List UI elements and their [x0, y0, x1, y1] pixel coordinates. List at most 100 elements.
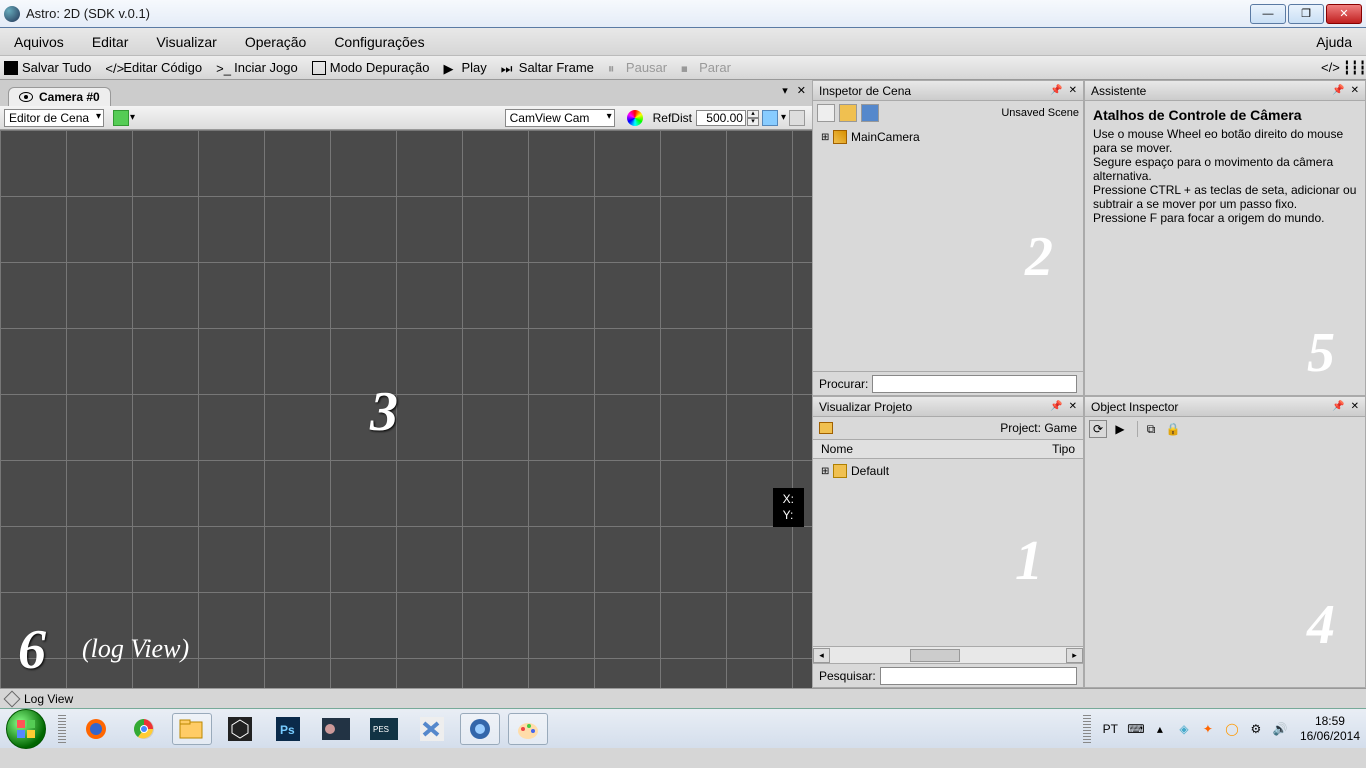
color-picker-icon[interactable] — [627, 110, 643, 126]
panel-title: Object Inspector — [1091, 400, 1178, 414]
start-button[interactable] — [6, 709, 46, 749]
viewport-toolbar: Editor de Cena ▾ CamView Cam RefDist ▴▾ … — [0, 106, 812, 130]
menu-configuracoes[interactable]: Configurações — [334, 34, 424, 50]
play-button[interactable]: ▶Play — [443, 60, 486, 75]
tab-dropdown-icon[interactable]: ▾ — [782, 85, 788, 97]
svg-text:Ps: Ps — [280, 723, 295, 737]
copy-icon[interactable]: ⧉ — [1142, 420, 1160, 438]
close-icon[interactable]: ✕ — [1069, 85, 1077, 96]
menu-ajuda[interactable]: Ajuda — [1316, 34, 1352, 50]
volume-icon[interactable]: 🔊 — [1271, 720, 1289, 738]
panel-title: Inspetor de Cena — [819, 84, 911, 98]
pin-icon[interactable]: 📌 — [1332, 401, 1344, 412]
dropbox-icon[interactable]: ◈ — [1175, 720, 1193, 738]
tray-icon-1[interactable]: ✦ — [1199, 720, 1217, 738]
h-scrollbar[interactable]: ◂ ▸ — [813, 646, 1083, 663]
assistant-text-1: Use o mouse Wheel eo botão direito do mo… — [1093, 127, 1357, 155]
expand-icon[interactable]: ⊞ — [821, 466, 831, 477]
scene-icon[interactable] — [113, 110, 129, 126]
stop-icon: ⏹ — [681, 61, 695, 75]
taskbar-explorer[interactable] — [172, 713, 212, 745]
save-all-button[interactable]: Salvar Tudo — [4, 60, 91, 75]
stop-button[interactable]: ⏹Parar — [681, 60, 731, 75]
taskbar-app-2[interactable]: PES — [364, 713, 404, 745]
pause-icon: ⏸ — [608, 61, 622, 75]
overlay-5: 5 — [1307, 321, 1335, 385]
viewport[interactable]: 3 6 (log View) X: Y: — [0, 130, 812, 688]
project-tree[interactable]: ⊞ Default 1 — [813, 459, 1083, 646]
start-game-button[interactable]: >_Inciar Jogo — [216, 60, 298, 75]
log-view-tab[interactable]: Log View — [0, 688, 1366, 708]
pin-icon[interactable]: 📌 — [1332, 85, 1344, 96]
minimize-button[interactable]: — — [1250, 4, 1286, 24]
pin-icon[interactable]: 📌 — [1050, 401, 1062, 412]
eye-icon — [19, 92, 33, 102]
play-icon[interactable]: ▶ — [1111, 420, 1129, 438]
lock-icon[interactable]: 🔒 — [1164, 420, 1182, 438]
scroll-left-icon[interactable]: ◂ — [813, 648, 830, 663]
close-button[interactable]: ✕ — [1326, 4, 1362, 24]
folder-icon[interactable] — [819, 422, 833, 434]
assistant-text-3: Pressione CTRL + as teclas de seta, adic… — [1093, 183, 1357, 211]
scroll-right-icon[interactable]: ▸ — [1066, 648, 1083, 663]
pause-button[interactable]: ⏸Pausar — [608, 60, 667, 75]
editor-mode-combo[interactable]: Editor de Cena — [4, 109, 104, 127]
col-tipo[interactable]: Tipo — [1052, 442, 1075, 456]
scroll-thumb[interactable] — [910, 649, 960, 662]
overlay-3: 3 — [370, 380, 398, 444]
edit-code-button[interactable]: </>Editar Código — [105, 60, 202, 75]
terminal-icon: >_ — [216, 61, 230, 75]
pin-icon — [4, 690, 21, 707]
scene-search-input[interactable] — [872, 375, 1077, 393]
menu-arquivos[interactable]: Aquivos — [14, 34, 64, 50]
taskbar-astro[interactable] — [460, 713, 500, 745]
code-panel-icon[interactable]: </> — [1321, 60, 1337, 76]
sliders-icon[interactable]: ┇┇┇ — [1343, 60, 1359, 76]
project-search-input[interactable] — [880, 667, 1077, 685]
refresh-icon[interactable]: ⟳ — [1089, 420, 1107, 438]
tray-expand-icon[interactable]: ▴ — [1151, 720, 1169, 738]
close-icon[interactable]: ✕ — [1351, 85, 1359, 96]
log-view-label: Log View — [24, 692, 73, 706]
menu-operacao[interactable]: Operação — [245, 34, 306, 50]
tree-row-maincamera[interactable]: ⊞ MainCamera — [821, 129, 1075, 145]
taskbar-visualstudio[interactable] — [412, 713, 452, 745]
col-nome[interactable]: Nome — [821, 442, 1052, 456]
debug-mode-button[interactable]: Modo Depuração — [312, 60, 430, 75]
expand-icon[interactable]: ⊞ — [821, 132, 831, 143]
taskbar-chrome[interactable] — [124, 713, 164, 745]
tab-close-icon[interactable]: ✕ — [797, 85, 806, 97]
menu-visualizar[interactable]: Visualizar — [156, 34, 216, 50]
keyboard-icon[interactable]: ⌨ — [1127, 720, 1145, 738]
panel-scene-inspector: Inspetor de Cena 📌 ✕ Unsaved Scene ⊞ Mai… — [812, 80, 1084, 396]
tray-icon-3[interactable]: ⚙ — [1247, 720, 1265, 738]
refdist-spinner[interactable]: ▴▾ — [747, 110, 759, 126]
tray-clock[interactable]: 18:59 16/06/2014 — [1300, 714, 1360, 743]
skip-frame-button[interactable]: ⏭Saltar Frame — [501, 60, 594, 75]
taskbar-photoshop[interactable]: Ps — [268, 713, 308, 745]
tab-camera-0[interactable]: Camera #0 — [8, 87, 111, 106]
open-scene-icon[interactable] — [839, 104, 857, 122]
tree-row-default[interactable]: ⊞ Default — [821, 463, 1075, 479]
maximize-button[interactable]: ❐ — [1288, 4, 1324, 24]
taskbar-firefox[interactable] — [76, 713, 116, 745]
taskbar-unity[interactable] — [220, 713, 260, 745]
tray-lang[interactable]: PT — [1103, 722, 1118, 736]
refdist-input[interactable] — [696, 110, 746, 126]
camview-combo[interactable]: CamView Cam — [505, 109, 615, 127]
scene-tree[interactable]: ⊞ MainCamera 2 — [813, 125, 1083, 371]
panel-title: Assistente — [1091, 84, 1146, 98]
taskbar-paint[interactable] — [508, 713, 548, 745]
coord-y: Y: — [783, 508, 794, 524]
menu-editar[interactable]: Editar — [92, 34, 129, 50]
pin-icon[interactable]: 📌 — [1050, 85, 1062, 96]
save-scene-icon[interactable] — [861, 104, 879, 122]
tray-icon-2[interactable]: ◯ — [1223, 720, 1241, 738]
taskbar-app-1[interactable] — [316, 713, 356, 745]
close-icon[interactable]: ✕ — [1351, 401, 1359, 412]
new-scene-icon[interactable] — [817, 104, 835, 122]
layers-icon[interactable] — [789, 110, 805, 126]
close-icon[interactable]: ✕ — [1069, 401, 1077, 412]
gizmo-icon[interactable] — [762, 110, 778, 126]
assistant-text-4: Pressione F para focar a origem do mundo… — [1093, 211, 1357, 225]
